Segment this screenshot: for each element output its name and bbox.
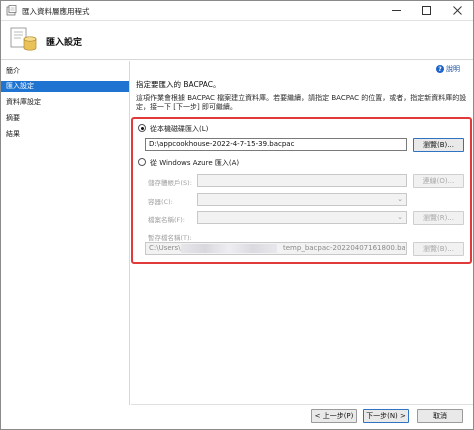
temp-path-suffix: temp_bacpac-20220407161800.bacpac: [283, 244, 405, 252]
filename-select[interactable]: ⌄: [197, 211, 407, 224]
help-icon: ?: [436, 65, 444, 73]
page-title: 匯入設定: [46, 38, 83, 48]
help-label: 說明: [446, 65, 460, 73]
window-title: 匯入資料層應用程式: [22, 7, 90, 16]
temp-path-prefix: C:\Users\: [149, 244, 181, 252]
storage-account-label: 儲存體帳戶(S):: [148, 179, 192, 187]
browse-temp-button[interactable]: 瀏覽(B)...: [413, 242, 464, 256]
container-select[interactable]: ⌄: [197, 193, 407, 206]
next-button[interactable]: 下一步(N) >: [363, 409, 409, 423]
content-area: 指定要匯入的 BACPAC。 這項作業會根據 BACPAC 檔案建立資料庫。若要…: [136, 79, 470, 112]
minimize-icon: [391, 10, 401, 11]
connect-button[interactable]: 連線(O)...: [413, 174, 464, 188]
footer-divider: [131, 404, 473, 405]
browse-azure-button[interactable]: 瀏覽(R)...: [413, 211, 464, 225]
nav-item-database-settings[interactable]: 資料庫設定: [1, 97, 129, 108]
bacpac-path-input[interactable]: D:\appcookhouse-2022-4-7-15-39.bacpac: [145, 138, 407, 151]
import-data-tier-window: 匯入資料層應用程式 匯入設定 簡介 匯入設定 資料庫設定 摘要 結果 ? 說明 …: [0, 0, 474, 430]
title-bar: 匯入資料層應用程式: [1, 1, 473, 21]
close-icon: [452, 6, 462, 15]
wizard-nav: 簡介 匯入設定 資料庫設定 摘要 結果: [1, 61, 130, 405]
temp-filename-label: 暫存檔名稱(T):: [148, 234, 192, 242]
azure-radio[interactable]: [138, 158, 146, 166]
azure-label: 從 Windows Azure 匯入(A): [150, 159, 240, 167]
previous-button[interactable]: < 上一步(P): [311, 409, 357, 423]
database-import-icon: [10, 27, 37, 51]
close-button[interactable]: [442, 1, 472, 20]
nav-item-results[interactable]: 結果: [1, 129, 129, 140]
local-disk-radio[interactable]: [138, 124, 146, 132]
maximize-icon: [421, 6, 431, 15]
chevron-down-icon: ⌄: [397, 213, 403, 221]
chevron-down-icon: ⌄: [397, 195, 403, 203]
app-icon: [6, 5, 17, 16]
nav-item-summary[interactable]: 摘要: [1, 113, 129, 124]
local-disk-label: 從本機磁碟匯入(L): [150, 125, 209, 133]
section-heading: 指定要匯入的 BACPAC。: [136, 80, 221, 89]
container-label: 容器(C):: [148, 198, 173, 206]
maximize-button[interactable]: [411, 1, 441, 20]
redacted-username: [181, 244, 277, 253]
wizard-header: 匯入設定: [1, 21, 473, 60]
nav-item-import-settings[interactable]: 匯入設定: [1, 81, 129, 92]
browse-local-button[interactable]: 瀏覽(B)...: [413, 138, 464, 152]
minimize-button[interactable]: [381, 1, 411, 20]
cancel-button[interactable]: 取消: [417, 409, 463, 423]
section-description: 這項作業會根據 BACPAC 檔案建立資料庫。若要繼續，請指定 BACPAC 的…: [136, 94, 467, 111]
storage-account-input[interactable]: [197, 174, 407, 187]
nav-item-intro[interactable]: 簡介: [1, 66, 129, 77]
help-link[interactable]: ? 說明: [436, 64, 460, 74]
filename-label: 檔案名稱(F):: [148, 216, 186, 224]
